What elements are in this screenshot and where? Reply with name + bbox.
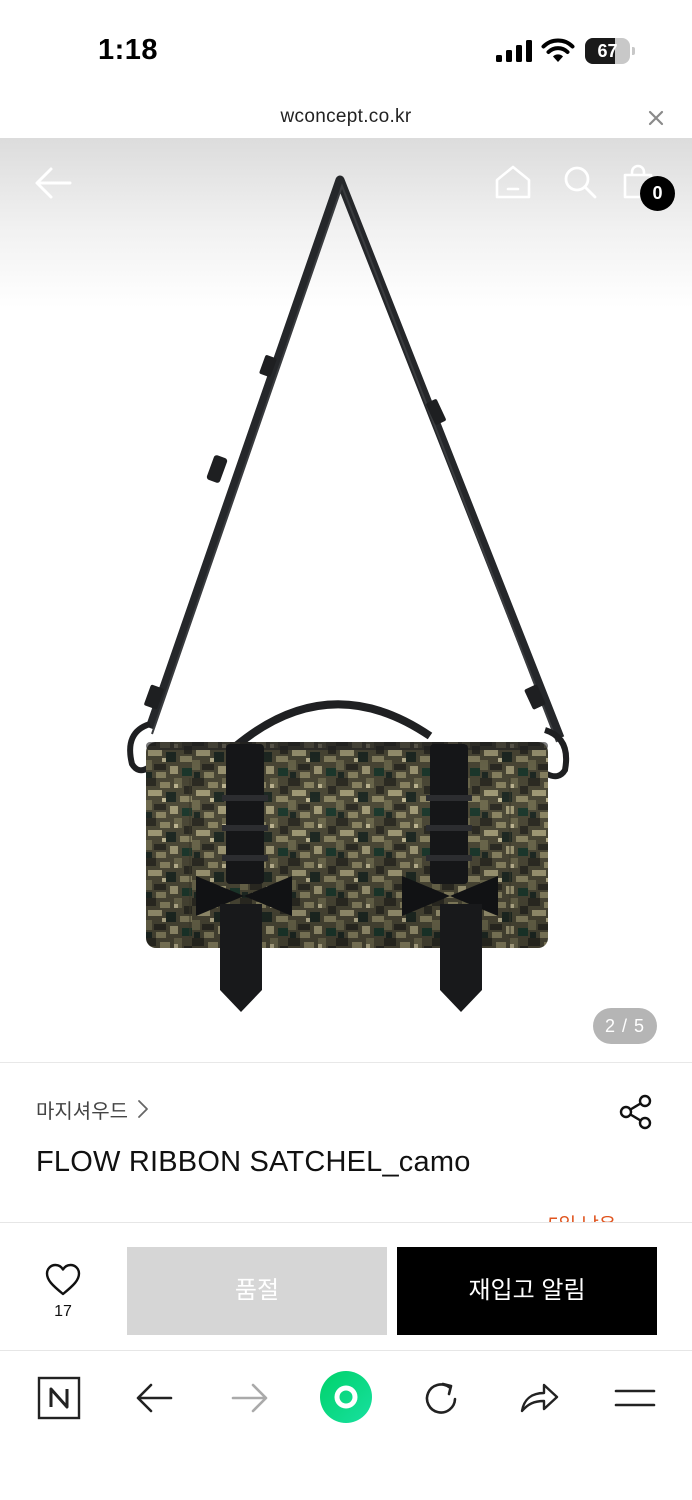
soldout-button[interactable]: 품절 xyxy=(127,1247,387,1335)
naver-n-icon[interactable] xyxy=(36,1375,82,1421)
share-arrow-icon[interactable] xyxy=(516,1375,562,1421)
product-image-gallery[interactable]: 0 2 / 5 xyxy=(0,138,692,1062)
search-icon[interactable] xyxy=(562,164,598,200)
browser-nav-bar xyxy=(0,1350,692,1500)
partially-hidden-row: 5일 남은 xyxy=(0,1206,692,1222)
green-circle-icon[interactable] xyxy=(318,1369,374,1425)
reload-icon[interactable] xyxy=(418,1375,464,1421)
battery-indicator: 67 xyxy=(585,38,635,64)
divider xyxy=(0,1062,692,1063)
brand-name: 마지셔우드 xyxy=(36,1100,128,1123)
close-icon[interactable] xyxy=(646,108,666,128)
share-icon[interactable] xyxy=(618,1094,654,1130)
chevron-right-icon xyxy=(138,1100,148,1118)
menu-icon[interactable] xyxy=(612,1375,658,1421)
status-time: 1:18 xyxy=(98,34,159,66)
purchase-action-bar: 17 품절 재입고 알림 xyxy=(0,1222,692,1350)
battery-percent: 67 xyxy=(597,41,618,61)
home-icon[interactable] xyxy=(494,164,532,200)
product-title: FLOW RIBBON SATCHEL_camo xyxy=(36,1146,471,1178)
gallery-page-indicator: 2 / 5 xyxy=(593,1008,657,1044)
url-domain: wconcept.co.kr xyxy=(280,106,412,127)
heart-icon xyxy=(45,1263,81,1296)
wifi-icon xyxy=(541,38,575,62)
cart-count-badge[interactable]: 0 xyxy=(640,176,675,211)
wish-count: 17 xyxy=(54,1303,72,1320)
restock-notify-button[interactable]: 재입고 알림 xyxy=(397,1247,657,1335)
wishlist-button[interactable]: 17 xyxy=(40,1263,86,1325)
peek-text: 5일 남은 xyxy=(548,1210,616,1222)
url-bar[interactable]: wconcept.co.kr xyxy=(0,100,692,138)
arrow-left-icon[interactable] xyxy=(131,1375,177,1421)
arrow-right-icon[interactable] xyxy=(227,1375,273,1421)
brand-link[interactable]: 마지셔우드 xyxy=(36,1096,150,1123)
back-arrow-icon[interactable] xyxy=(34,166,72,200)
status-bar: 1:18 67 xyxy=(0,0,692,100)
cellular-signal-icon xyxy=(496,40,532,62)
product-image xyxy=(127,175,569,1012)
